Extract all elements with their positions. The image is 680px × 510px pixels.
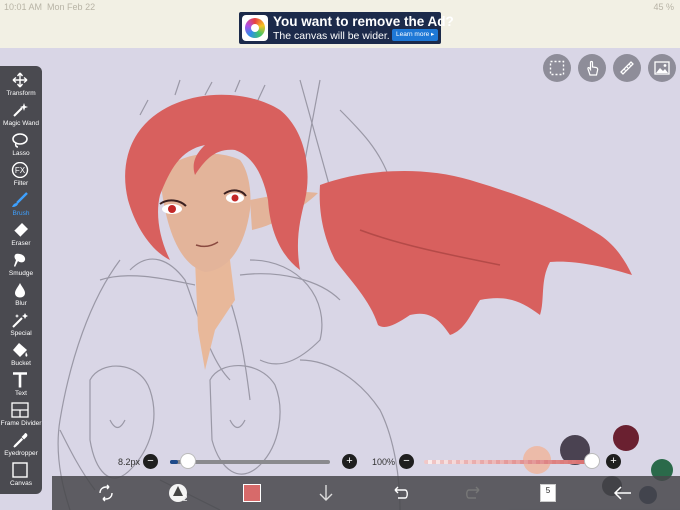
bucket-icon [13,343,28,357]
tool-lasso[interactable]: Lasso [0,130,42,160]
tool-magic-wand[interactable]: Magic Wand [0,100,42,130]
app-logo-icon [242,15,268,41]
tool-smudge[interactable]: Smudge [0,250,42,280]
bottom-toolbar: 2 5 [52,476,680,510]
tool-special[interactable]: Special [0,310,42,340]
tool-eraser[interactable]: Eraser [0,220,42,250]
ad-banner[interactable]: You want to remove the Ad? The canvas wi… [239,12,454,44]
tool-panel: Transform Magic Wand Lasso FX Filter Bru… [0,66,42,494]
magic-wand-icon [13,103,28,117]
canvas-icon [12,462,28,478]
selection-toggle-button[interactable] [543,54,571,82]
eraser-icon [13,223,28,238]
lasso-icon [12,133,28,148]
brush-number: 2 [183,494,188,503]
ad-subtitle: The canvas will be wider. [273,30,390,42]
status-battery: 45 % [653,2,674,12]
tool-canvas[interactable]: Canvas [0,460,42,490]
redo-button[interactable] [464,476,484,510]
undo-button[interactable] [390,476,410,510]
ad-learn-more-button[interactable]: Learn more ▸ [392,29,439,41]
layer-down-button[interactable] [317,476,335,510]
brush-size-decrease-button[interactable]: − [143,454,158,469]
arrow-left-icon [613,486,631,500]
tool-filter[interactable]: FX Filter [0,160,42,190]
tool-bucket[interactable]: Bucket [0,340,42,370]
status-bar: 10:01 AM Mon Feb 22 45 % You want to rem… [0,0,680,48]
brush-size-label: 8.2px [118,457,141,467]
undo-icon [394,486,408,499]
brush-icon [12,192,28,207]
text-icon [13,372,27,388]
redo-icon [466,486,480,499]
tool-text[interactable]: Text [0,370,42,400]
opacity-decrease-button[interactable]: − [399,454,414,469]
brush-size-slider-knob[interactable] [180,453,196,469]
eyedropper-icon [13,433,28,448]
tool-eyedropper[interactable]: Eyedropper [0,430,42,460]
rotate-transform-icon [99,484,113,502]
image-icon [654,61,670,75]
svg-text:FX: FX [15,166,26,175]
quick-transform-button[interactable] [96,476,116,510]
layers-button[interactable]: 5 [540,484,556,502]
artwork [57,79,673,510]
dotted-square-icon [549,60,565,76]
status-time-date: 10:01 AM Mon Feb 22 [4,2,96,12]
gallery-button[interactable] [648,54,676,82]
ad-title: You want to remove the Ad? [273,14,454,29]
opacity-label: 100% [372,457,396,467]
tool-transform[interactable]: Transform [0,70,42,100]
ruler-button[interactable] [613,54,641,82]
opacity-slider-knob[interactable] [584,453,600,469]
fx-icon: FX [11,162,29,178]
opacity-increase-button[interactable]: + [606,454,621,469]
tool-frame-divider[interactable]: Frame Divider [0,400,42,430]
droplet-icon [15,283,25,298]
opacity-slider[interactable] [424,460,594,464]
arrow-down-icon [319,485,333,501]
back-button[interactable] [612,476,634,510]
drawing-canvas[interactable] [0,48,680,510]
sparkle-wand-icon [12,313,28,328]
brush-size-increase-button[interactable]: + [342,454,357,469]
touch-mode-button[interactable] [578,54,606,82]
tool-blur[interactable]: Blur [0,280,42,310]
ruler-icon [620,61,634,75]
move-arrows-icon [12,72,28,88]
frame-divider-icon [11,402,29,418]
hand-icon [587,60,599,76]
tool-brush[interactable]: Brush [0,190,42,220]
smudge-icon [14,253,26,267]
current-color-swatch[interactable] [243,484,261,502]
brush-select-button[interactable]: 2 [167,476,191,510]
